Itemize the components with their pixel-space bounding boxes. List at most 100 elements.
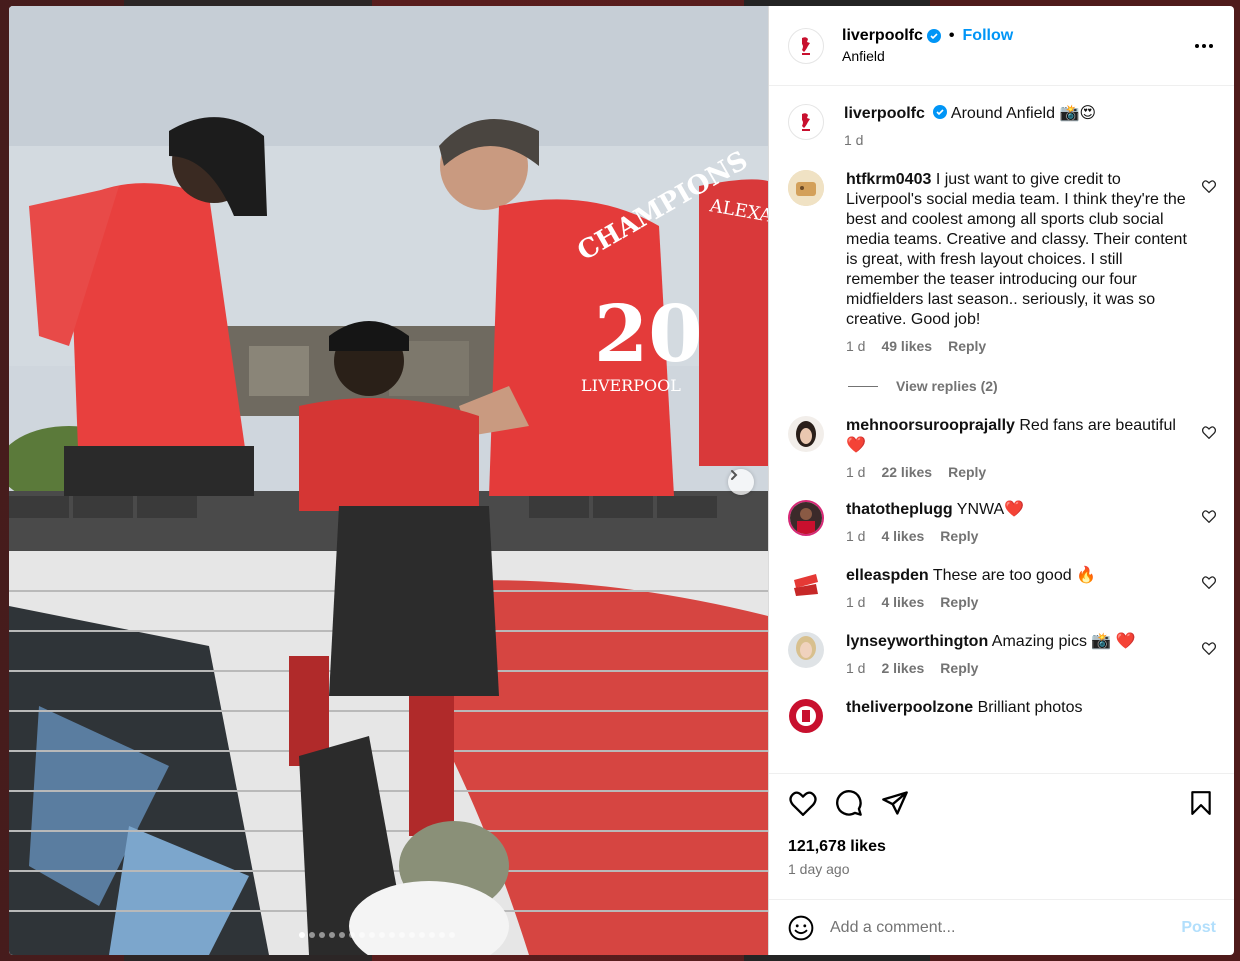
like-comment-heart-icon[interactable]	[1202, 180, 1216, 193]
carousel-dot	[409, 932, 415, 938]
emoji-icon[interactable]	[788, 915, 814, 941]
comment-item: htfkrm0403 I just want to give credit to…	[788, 170, 1216, 354]
carousel-dot	[329, 932, 335, 938]
comment-likes[interactable]: 49 likes	[881, 338, 932, 354]
reply-button[interactable]: Reply	[948, 464, 986, 480]
carousel-dot	[419, 932, 425, 938]
caption-time[interactable]: 1 d	[844, 132, 863, 148]
post-time[interactable]: 1 day ago	[788, 861, 1216, 877]
like-comment-heart-icon[interactable]	[1202, 510, 1216, 523]
carousel-dot	[379, 932, 385, 938]
comment-likes[interactable]: 2 likes	[881, 660, 924, 676]
shirt-number: 20	[594, 289, 703, 380]
post-header: liverpoolfc • Follow Anfield	[769, 6, 1234, 86]
carousel-dot	[299, 932, 305, 938]
comment-item: mehnoorsurooprajally Red fans are beauti…	[788, 416, 1216, 480]
comments-list[interactable]: liverpoolfc Around Anfield 📸😍 1 d htfkrm…	[769, 86, 1234, 773]
comment-text: Brilliant photos	[977, 699, 1083, 716]
avatar[interactable]	[788, 698, 824, 734]
comment-time[interactable]: 1 d	[846, 660, 865, 676]
shirt-text-liverpool: LIVERPOOL	[581, 376, 681, 395]
like-comment-heart-icon[interactable]	[1202, 576, 1216, 589]
avatar[interactable]	[788, 170, 824, 206]
post-caption: liverpoolfc Around Anfield 📸😍 1 d	[788, 104, 1216, 148]
paper-plane-icon	[882, 791, 908, 815]
post-location[interactable]: Anfield	[842, 48, 1192, 64]
comment-username[interactable]: htfkrm0403	[846, 171, 931, 188]
comment-likes[interactable]: 4 likes	[881, 594, 924, 610]
carousel-dots	[299, 932, 455, 938]
comment-username[interactable]: elleaspden	[846, 567, 929, 584]
post-modal: CHAMPIONS 20 LIVERPOOL ALEXANDER-A liver…	[9, 6, 1234, 955]
carousel-next-button[interactable]	[728, 469, 754, 495]
carousel-dot	[319, 932, 325, 938]
comment-bubble-icon	[836, 790, 862, 816]
carousel-dot	[399, 932, 405, 938]
view-replies-button[interactable]: View replies (2)	[848, 378, 1216, 394]
comment-text: YNWA❤️	[956, 501, 1025, 518]
bookmark-icon	[1191, 791, 1211, 815]
comment-text: I just want to give credit to Liverpool'…	[846, 171, 1187, 328]
comment-likes[interactable]: 22 likes	[881, 464, 932, 480]
post-actions: 121,678 likes 1 day ago	[769, 773, 1234, 899]
post-comment-button[interactable]: Post	[1181, 919, 1216, 937]
carousel-dot	[359, 932, 365, 938]
header-separator: •	[948, 27, 955, 44]
view-replies-label: View replies (2)	[896, 378, 998, 394]
avatar[interactable]	[788, 416, 824, 452]
liverbird-logo-icon	[802, 36, 810, 55]
carousel-dot	[369, 932, 375, 938]
comment-time[interactable]: 1 d	[846, 528, 865, 544]
comment-likes[interactable]: 4 likes	[881, 528, 924, 544]
carousel-dot	[309, 932, 315, 938]
comment-button[interactable]	[834, 788, 864, 818]
reply-button[interactable]: Reply	[948, 338, 986, 354]
reply-button[interactable]: Reply	[940, 660, 978, 676]
verified-badge-icon	[933, 105, 948, 119]
likes-count[interactable]: 121,678 likes	[788, 838, 1216, 856]
caption-text: Around Anfield 📸😍	[950, 105, 1097, 122]
comment-input[interactable]	[830, 918, 1182, 937]
comment-item: lynseyworthington Amazing pics 📸 ❤️ 1 d …	[788, 632, 1216, 676]
caption-username[interactable]: liverpoolfc	[844, 105, 925, 122]
verified-badge-icon	[926, 29, 941, 43]
comment-username[interactable]: mehnoorsurooprajally	[846, 417, 1015, 434]
avatar[interactable]	[788, 632, 824, 668]
follow-button[interactable]: Follow	[963, 27, 1014, 45]
comment-time[interactable]: 1 d	[846, 464, 865, 480]
comment-time[interactable]: 1 d	[846, 338, 865, 354]
save-button[interactable]	[1186, 788, 1216, 818]
post-username[interactable]: liverpoolfc	[842, 27, 923, 45]
more-dots-icon	[1195, 43, 1213, 48]
share-button[interactable]	[880, 788, 910, 818]
photo-illustration: CHAMPIONS 20 LIVERPOOL ALEXANDER-A	[9, 6, 768, 955]
like-button[interactable]	[788, 788, 818, 818]
comment-item: thatotheplugg YNWA❤️ 1 d 4 likes Reply	[788, 500, 1216, 544]
avatar[interactable]	[788, 500, 824, 536]
comment-text: These are too good 🔥	[932, 567, 1096, 584]
comment-username[interactable]: lynseyworthington	[846, 633, 988, 650]
comment-item: theliverpoolzone Brilliant photos	[788, 698, 1216, 734]
post-photo[interactable]: CHAMPIONS 20 LIVERPOOL ALEXANDER-A	[9, 6, 768, 955]
comment-username[interactable]: theliverpoolzone	[846, 699, 973, 716]
chevron-right-icon	[731, 470, 738, 480]
comment-username[interactable]: thatotheplugg	[846, 501, 953, 518]
avatar[interactable]	[788, 27, 824, 64]
replies-divider	[848, 385, 878, 387]
heart-icon	[789, 790, 817, 816]
carousel-dot	[439, 932, 445, 938]
avatar[interactable]	[788, 566, 824, 602]
comment-text: Amazing pics 📸 ❤️	[991, 633, 1136, 650]
post-side-panel: liverpoolfc • Follow Anfield liverpoolfc…	[768, 6, 1234, 955]
comment-time[interactable]: 1 d	[846, 594, 865, 610]
carousel-dot	[389, 932, 395, 938]
caption-avatar[interactable]	[788, 104, 824, 140]
reply-button[interactable]: Reply	[940, 594, 978, 610]
carousel-dot	[339, 932, 345, 938]
reply-button[interactable]: Reply	[940, 528, 978, 544]
carousel-dot	[349, 932, 355, 938]
like-comment-heart-icon[interactable]	[1202, 642, 1216, 655]
like-comment-heart-icon[interactable]	[1202, 426, 1216, 439]
carousel-dot	[429, 932, 435, 938]
more-options-button[interactable]	[1192, 34, 1216, 58]
